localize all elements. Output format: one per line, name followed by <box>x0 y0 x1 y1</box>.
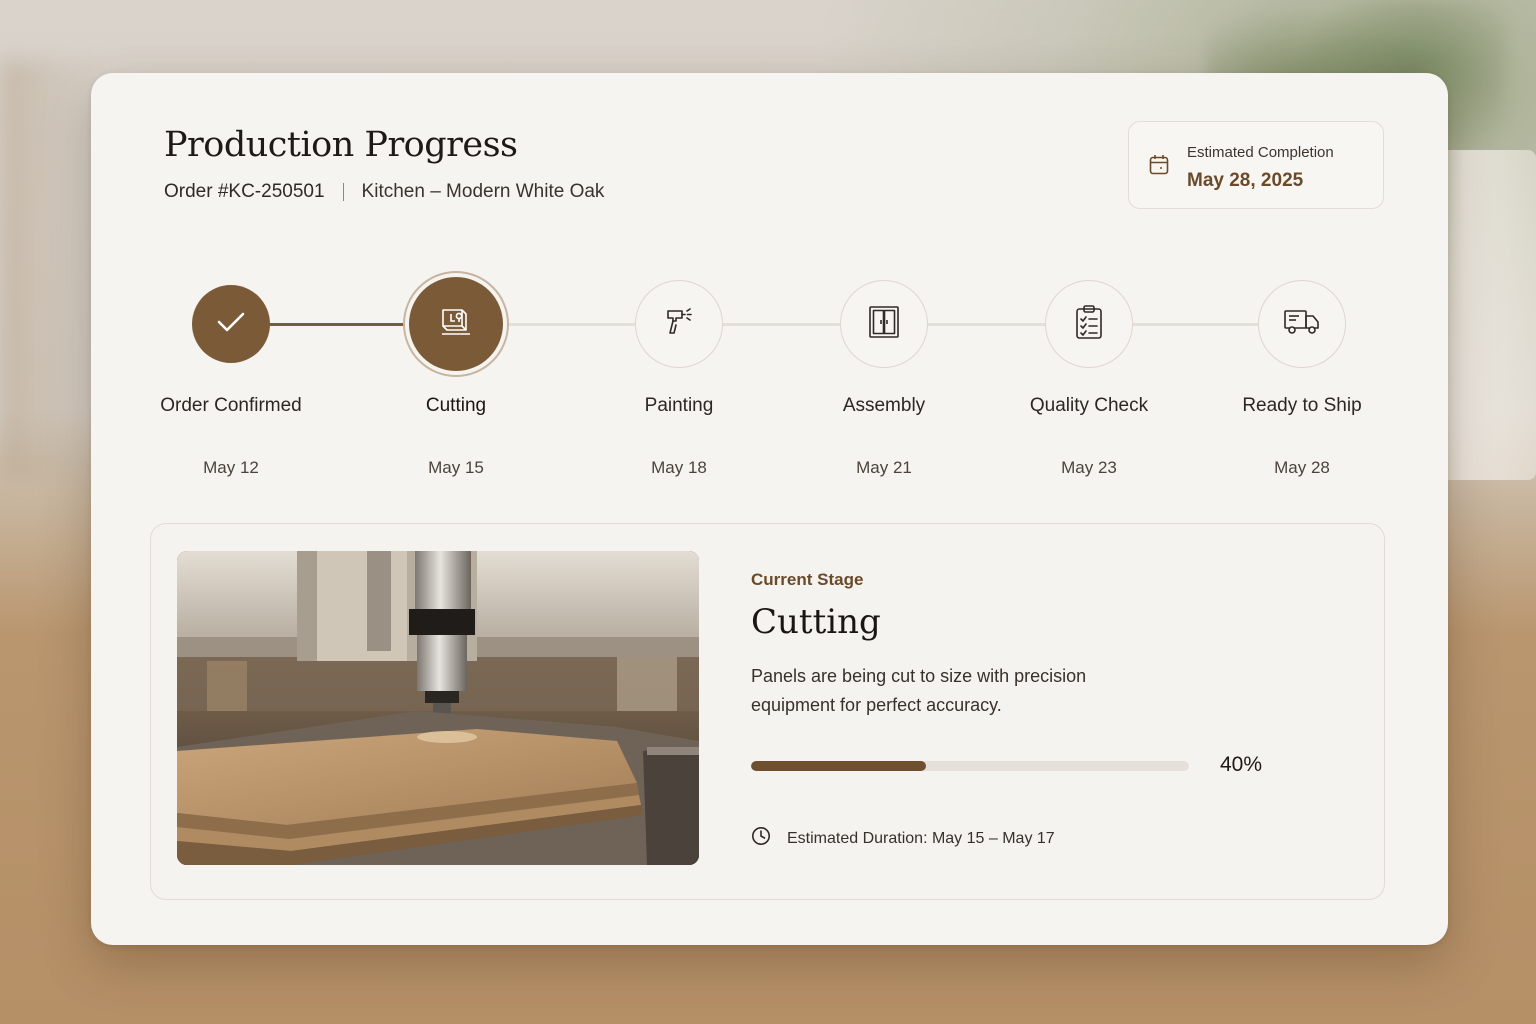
current-stage-panel: Current Stage Cutting Panels are being c… <box>150 523 1385 900</box>
step-label: Cutting <box>425 395 487 416</box>
step-label: Painting <box>644 395 714 416</box>
cabinet-icon <box>868 305 900 344</box>
step-label: Order Confirmed <box>160 395 302 416</box>
step-label: Assembly <box>842 395 926 416</box>
cnc-cutting-icon <box>438 304 474 345</box>
clock-icon <box>751 826 787 851</box>
progress-stepper: Order Confirmed May 12 Cutting May 15 Pa… <box>91 73 1448 493</box>
production-progress-card: Production Progress Order #KC-250501 Kit… <box>91 73 1448 945</box>
stage-progress-bar <box>751 761 1189 771</box>
current-stage-title: Cutting <box>751 602 881 642</box>
step-circle-upcoming <box>840 280 928 368</box>
step-circle-upcoming <box>635 280 723 368</box>
truck-icon <box>1283 307 1321 342</box>
step-circle-upcoming <box>1045 280 1133 368</box>
check-icon <box>216 310 246 339</box>
step-circle-upcoming <box>1258 280 1346 368</box>
spray-gun-icon <box>662 305 696 344</box>
step-label: Quality Check <box>1029 395 1149 416</box>
stage-progress-fill <box>751 761 927 771</box>
background-blur-left <box>0 60 100 480</box>
step-circle-current <box>409 277 503 371</box>
current-stage-description: Panels are being cut to size with precis… <box>751 666 1087 715</box>
step-circle-completed <box>192 285 270 363</box>
estimated-duration-text: Estimated Duration: May 15 – May 17 <box>787 829 1055 847</box>
step-date: May 12 <box>203 458 259 477</box>
step-date: May 21 <box>856 458 912 477</box>
clipboard-check-icon <box>1074 304 1104 345</box>
current-stage-eyebrow: Current Stage <box>751 570 864 589</box>
step-date: May 28 <box>1274 458 1330 477</box>
step-date: May 23 <box>1061 458 1117 477</box>
step-date: May 18 <box>651 458 707 477</box>
step-label: Ready to Ship <box>1242 395 1362 416</box>
cnc-machine-photo <box>177 551 699 865</box>
estimated-duration: Estimated Duration: May 15 – May 17 <box>751 826 1055 851</box>
step-date: May 15 <box>428 458 484 477</box>
stage-progress-percent: 40% <box>1220 753 1263 776</box>
